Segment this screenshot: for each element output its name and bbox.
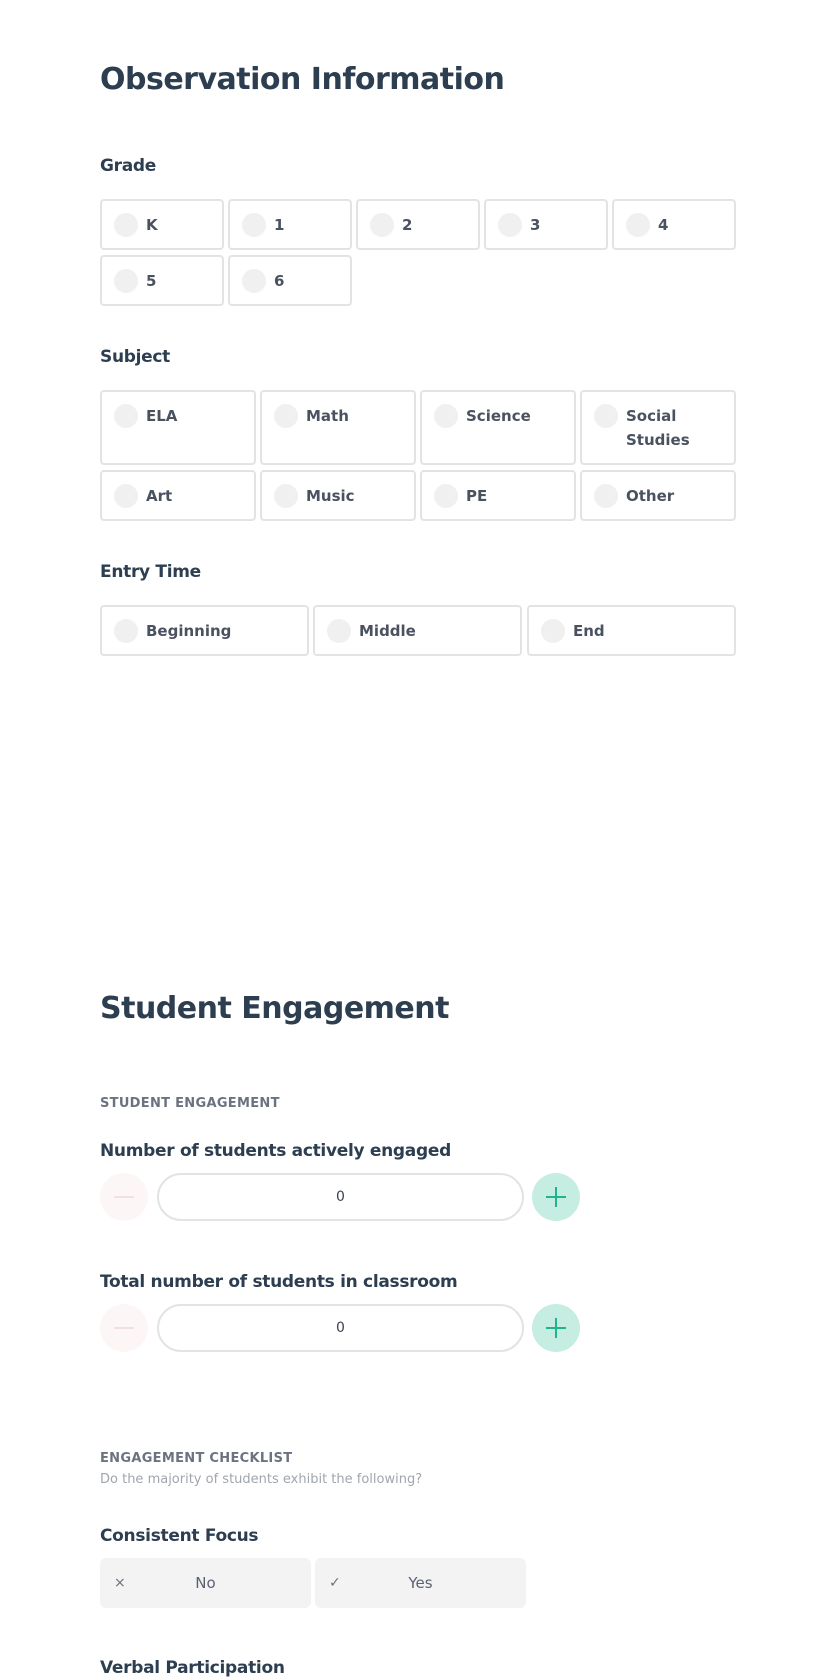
subject-option-art[interactable]: Art bbox=[100, 470, 256, 521]
radio-icon bbox=[114, 269, 138, 293]
entry-time-option-beginning[interactable]: Beginning bbox=[100, 605, 309, 656]
radio-icon bbox=[594, 404, 618, 428]
grade-label: Grade bbox=[100, 156, 157, 176]
radio-icon bbox=[498, 213, 522, 237]
radio-icon bbox=[274, 484, 298, 508]
radio-icon bbox=[114, 213, 138, 237]
consistent-focus-label: Consistent Focus bbox=[100, 1526, 259, 1546]
actively-engaged-label: Number of students actively engaged bbox=[100, 1141, 451, 1161]
actively-engaged-input[interactable]: 0 bbox=[157, 1173, 524, 1221]
engagement-section-label: STUDENT ENGAGEMENT bbox=[100, 1096, 280, 1111]
subject-option-math[interactable]: Math bbox=[260, 390, 416, 465]
radio-icon bbox=[114, 404, 138, 428]
grade-option-4[interactable]: 4 bbox=[612, 199, 736, 250]
radio-icon bbox=[274, 404, 298, 428]
consistent-focus-toggle: × No ✓ Yes bbox=[100, 1558, 530, 1608]
no-button[interactable]: × No bbox=[100, 1558, 311, 1608]
grade-option-2[interactable]: 2 bbox=[356, 199, 480, 250]
checklist-label: ENGAGEMENT CHECKLIST bbox=[100, 1451, 293, 1466]
entry-time-option-middle[interactable]: Middle bbox=[313, 605, 522, 656]
actively-engaged-stepper: 0 bbox=[100, 1173, 580, 1221]
radio-icon bbox=[594, 484, 618, 508]
increment-button[interactable] bbox=[532, 1304, 580, 1352]
radio-icon bbox=[370, 213, 394, 237]
radio-icon bbox=[327, 619, 351, 643]
decrement-button[interactable] bbox=[100, 1173, 148, 1221]
subject-option-science[interactable]: Science bbox=[420, 390, 576, 465]
subject-option-other[interactable]: Other bbox=[580, 470, 736, 521]
subject-option-social-studies[interactable]: Social Studies bbox=[580, 390, 736, 465]
subject-option-music[interactable]: Music bbox=[260, 470, 416, 521]
increment-button[interactable] bbox=[532, 1173, 580, 1221]
subject-option-pe[interactable]: PE bbox=[420, 470, 576, 521]
total-students-stepper: 0 bbox=[100, 1304, 580, 1352]
radio-icon bbox=[114, 619, 138, 643]
grade-option-3[interactable]: 3 bbox=[484, 199, 608, 250]
grade-option-6[interactable]: 6 bbox=[228, 255, 352, 306]
yes-button[interactable]: ✓ Yes bbox=[315, 1558, 526, 1608]
total-students-input[interactable]: 0 bbox=[157, 1304, 524, 1352]
radio-icon bbox=[434, 404, 458, 428]
subject-option-ela[interactable]: ELA bbox=[100, 390, 256, 465]
entry-time-label: Entry Time bbox=[100, 562, 201, 582]
radio-icon bbox=[626, 213, 650, 237]
grade-option-k[interactable]: K bbox=[100, 199, 224, 250]
radio-icon bbox=[242, 213, 266, 237]
decrement-button[interactable] bbox=[100, 1304, 148, 1352]
verbal-participation-label: Verbal Participation bbox=[100, 1658, 285, 1678]
grade-option-5[interactable]: 5 bbox=[100, 255, 224, 306]
radio-icon bbox=[242, 269, 266, 293]
subject-label: Subject bbox=[100, 347, 170, 367]
engagement-title: Student Engagement bbox=[100, 991, 449, 1026]
entry-time-option-end[interactable]: End bbox=[527, 605, 736, 656]
radio-icon bbox=[434, 484, 458, 508]
total-students-label: Total number of students in classroom bbox=[100, 1272, 458, 1292]
grade-option-1[interactable]: 1 bbox=[228, 199, 352, 250]
observation-title: Observation Information bbox=[100, 62, 505, 97]
checklist-subtitle: Do the majority of students exhibit the … bbox=[100, 1472, 423, 1487]
radio-icon bbox=[541, 619, 565, 643]
radio-icon bbox=[114, 484, 138, 508]
